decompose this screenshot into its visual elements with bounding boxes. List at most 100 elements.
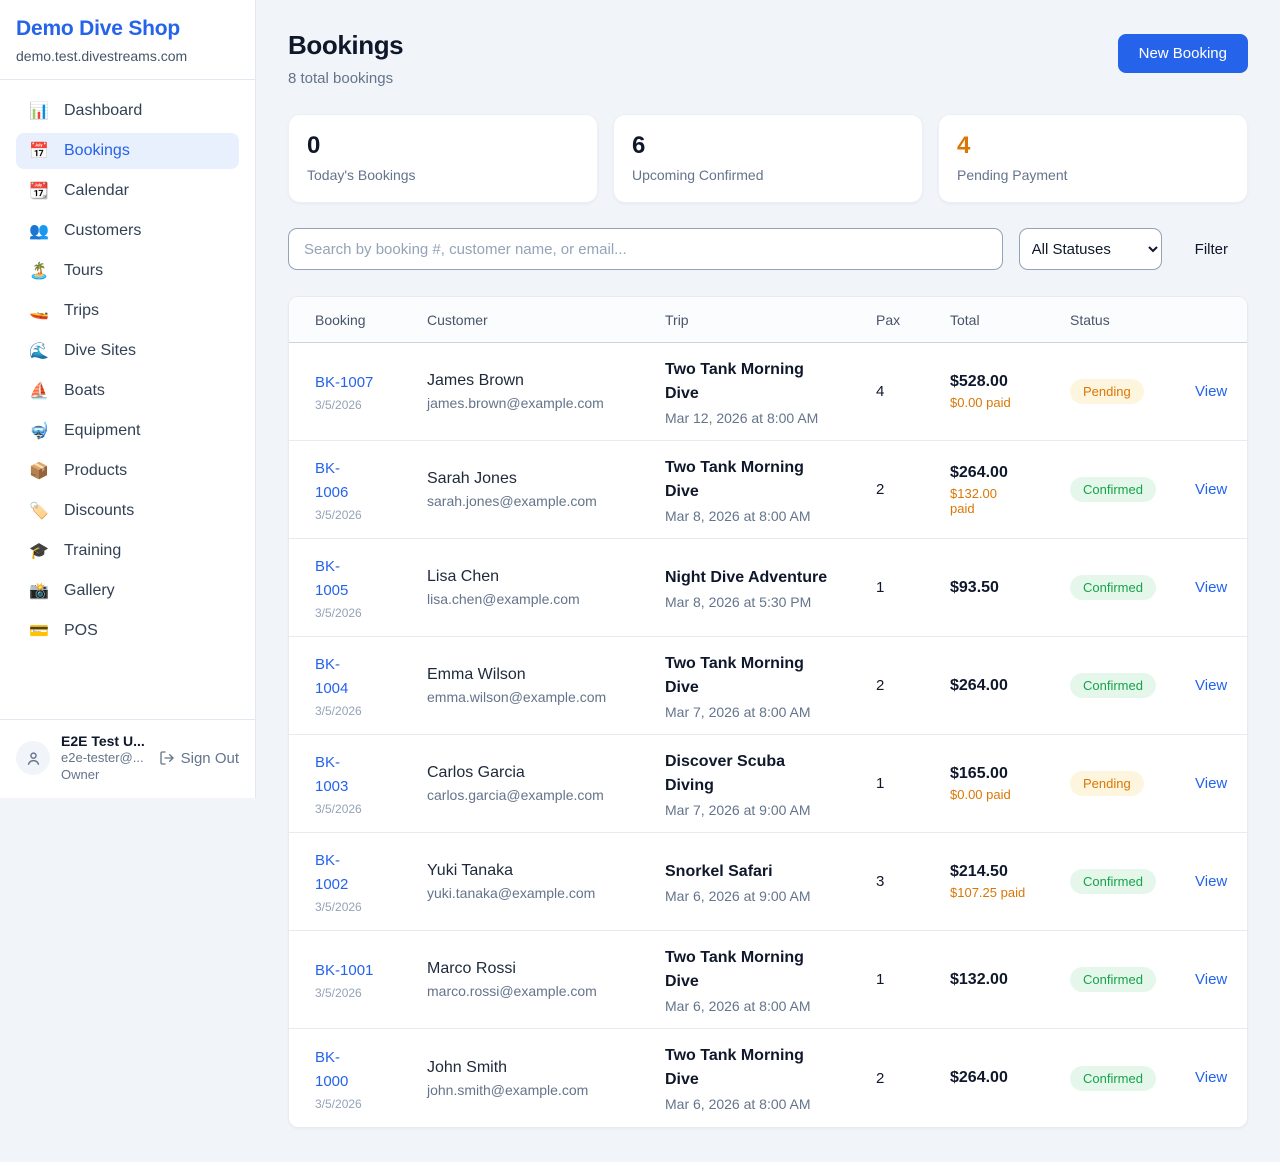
column-header-total: Total — [950, 312, 1070, 328]
user-footer: E2E Test U... e2e-tester@... Owner Sign … — [0, 719, 255, 798]
booking-id-link[interactable]: BK-1007 — [315, 371, 427, 395]
booking-date: 3/5/2026 — [315, 900, 427, 914]
status-badge: Confirmed — [1070, 1066, 1156, 1091]
view-link[interactable]: View — [1195, 775, 1227, 792]
customer-cell: Carlos Garcia carlos.garcia@example.com — [427, 764, 665, 803]
pax-cell: 3 — [876, 873, 950, 890]
sidebar-item-trips[interactable]: 🚤 Trips — [16, 293, 239, 329]
stat-value: 6 — [632, 132, 904, 160]
stat-value: 0 — [307, 132, 579, 160]
view-link[interactable]: View — [1195, 481, 1227, 498]
view-link[interactable]: View — [1195, 677, 1227, 694]
table-row: BK-1004 3/5/2026 Emma Wilson emma.wilson… — [289, 637, 1247, 735]
status-cell: Confirmed — [1070, 575, 1195, 600]
customer-cell: James Brown james.brown@example.com — [427, 372, 665, 411]
trip-time: Mar 7, 2026 at 9:00 AM — [665, 802, 876, 818]
customer-email: james.brown@example.com — [427, 395, 665, 411]
customer-email: sarah.jones@example.com — [427, 493, 665, 509]
pax-cell: 2 — [876, 1070, 950, 1087]
new-booking-button[interactable]: New Booking — [1118, 34, 1248, 73]
bar-chart-icon: 📊 — [28, 101, 50, 121]
sidebar-item-boats[interactable]: ⛵ Boats — [16, 373, 239, 409]
sidebar-item-label: Gallery — [64, 582, 115, 600]
booking-date: 3/5/2026 — [315, 398, 427, 412]
sidebar-item-equipment[interactable]: 🤿 Equipment — [16, 413, 239, 449]
logout-icon — [159, 750, 175, 766]
action-cell: View — [1195, 873, 1237, 891]
table-row: BK-1006 3/5/2026 Sarah Jones sarah.jones… — [289, 441, 1247, 539]
booking-date: 3/5/2026 — [315, 802, 427, 816]
trip-time: Mar 6, 2026 at 8:00 AM — [665, 998, 876, 1014]
total-cell: $165.00 $0.00 paid — [950, 765, 1070, 802]
customer-cell: John Smith john.smith@example.com — [427, 1059, 665, 1098]
sign-out-button[interactable]: Sign Out — [159, 750, 239, 767]
sidebar-item-pos[interactable]: 💳 POS — [16, 613, 239, 649]
speedboat-icon: 🚤 — [28, 301, 50, 321]
sidebar-item-label: Customers — [64, 222, 141, 240]
sidebar-item-label: Dashboard — [64, 102, 142, 120]
sidebar-item-discounts[interactable]: 🏷️ Discounts — [16, 493, 239, 529]
filter-button[interactable]: Filter — [1195, 241, 1228, 258]
booking-id-link[interactable]: BK-1003 — [315, 751, 365, 799]
customer-cell: Marco Rossi marco.rossi@example.com — [427, 960, 665, 999]
view-link[interactable]: View — [1195, 873, 1227, 890]
booking-cell: BK-1004 3/5/2026 — [315, 653, 427, 718]
booking-id-link[interactable]: BK-1000 — [315, 1046, 365, 1094]
trip-time: Mar 8, 2026 at 5:30 PM — [665, 594, 876, 610]
customer-name: Yuki Tanaka — [427, 862, 665, 880]
sidebar-item-tours[interactable]: 🏝️ Tours — [16, 253, 239, 289]
sidebar-item-label: Trips — [64, 302, 99, 320]
trip-cell: Two Tank Morning Dive Mar 6, 2026 at 8:0… — [665, 946, 876, 1014]
view-link[interactable]: View — [1195, 1069, 1227, 1086]
trip-time: Mar 8, 2026 at 8:00 AM — [665, 508, 876, 524]
customer-email: lisa.chen@example.com — [427, 591, 665, 607]
status-badge: Confirmed — [1070, 477, 1156, 502]
sidebar-item-dive-sites[interactable]: 🌊 Dive Sites — [16, 333, 239, 369]
booking-id-link[interactable]: BK-1004 — [315, 653, 365, 701]
booking-date: 3/5/2026 — [315, 606, 427, 620]
view-link[interactable]: View — [1195, 971, 1227, 988]
page-header: Bookings 8 total bookings New Booking — [288, 30, 1248, 87]
wave-icon: 🌊 — [28, 341, 50, 361]
booking-date: 3/5/2026 — [315, 1097, 427, 1111]
booking-id-link[interactable]: BK-1005 — [315, 555, 365, 603]
sidebar-item-calendar[interactable]: 📆 Calendar — [16, 173, 239, 209]
status-select[interactable]: All Statuses — [1019, 228, 1162, 270]
total-cell: $93.50 — [950, 579, 1070, 597]
booking-id-link[interactable]: BK-1006 — [315, 457, 365, 505]
table-row: BK-1000 3/5/2026 John Smith john.smith@e… — [289, 1029, 1247, 1127]
trip-name: Two Tank Morning Dive — [665, 358, 837, 406]
status-cell: Pending — [1070, 771, 1195, 796]
view-link[interactable]: View — [1195, 579, 1227, 596]
trip-name: Two Tank Morning Dive — [665, 652, 837, 700]
package-icon: 📦 — [28, 461, 50, 481]
booking-id-link[interactable]: BK-1002 — [315, 849, 365, 897]
view-link[interactable]: View — [1195, 383, 1227, 400]
total-amount: $214.50 — [950, 863, 1070, 881]
total-amount: $264.00 — [950, 677, 1070, 695]
customer-name: Carlos Garcia — [427, 764, 665, 782]
sidebar-item-dashboard[interactable]: 📊 Dashboard — [16, 93, 239, 129]
total-cell: $528.00 $0.00 paid — [950, 373, 1070, 410]
sidebar-item-label: Products — [64, 462, 127, 480]
user-email: e2e-tester@... — [61, 750, 145, 767]
trip-cell: Two Tank Morning Dive Mar 8, 2026 at 8:0… — [665, 456, 876, 524]
sidebar-item-gallery[interactable]: 📸 Gallery — [16, 573, 239, 609]
stat-label: Pending Payment — [957, 167, 1229, 183]
sidebar-item-training[interactable]: 🎓 Training — [16, 533, 239, 569]
sailboat-icon: ⛵ — [28, 381, 50, 401]
sidebar-item-products[interactable]: 📦 Products — [16, 453, 239, 489]
booking-id-link[interactable]: BK-1001 — [315, 959, 427, 983]
sidebar-item-customers[interactable]: 👥 Customers — [16, 213, 239, 249]
search-input[interactable] — [288, 228, 1003, 270]
column-header-customer: Customer — [427, 312, 665, 328]
stat-card-today-s-bookings: 0 Today's Bookings — [288, 114, 598, 203]
table-row: BK-1007 3/5/2026 James Brown james.brown… — [289, 343, 1247, 441]
status-badge: Pending — [1070, 379, 1144, 404]
customer-cell: Emma Wilson emma.wilson@example.com — [427, 666, 665, 705]
customer-name: Sarah Jones — [427, 470, 665, 488]
sidebar-item-bookings[interactable]: 📅 Bookings — [16, 133, 239, 169]
trip-name: Snorkel Safari — [665, 860, 837, 884]
table-row: BK-1005 3/5/2026 Lisa Chen lisa.chen@exa… — [289, 539, 1247, 637]
column-header-status: Status — [1070, 312, 1195, 328]
